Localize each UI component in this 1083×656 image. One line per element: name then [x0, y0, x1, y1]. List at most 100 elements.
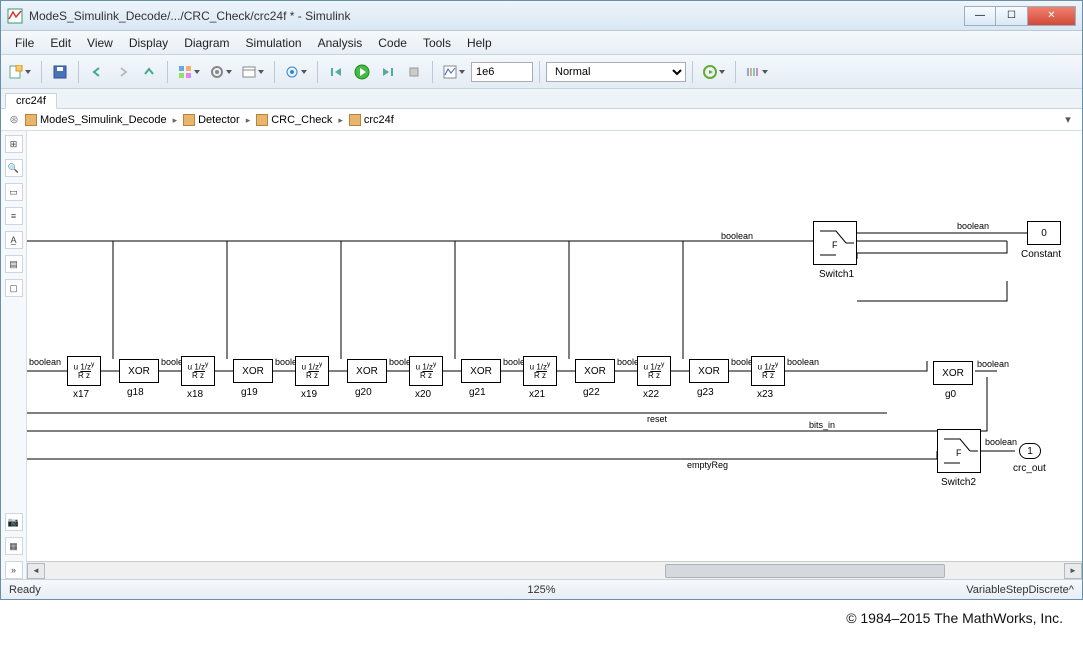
xor-block-g0[interactable]: XOR	[933, 361, 973, 385]
breadcrumb-crc24f[interactable]: crc24f	[349, 114, 394, 126]
menu-display[interactable]: Display	[121, 33, 176, 53]
close-button[interactable]: ✕	[1028, 6, 1076, 26]
menu-diagram[interactable]: Diagram	[176, 33, 237, 53]
tab-crc24f[interactable]: crc24f	[5, 93, 57, 109]
breadcrumb-dropdown-icon[interactable]: ▾	[1060, 113, 1076, 126]
block-label-switch2: Switch2	[941, 477, 976, 488]
block-label-g22: g22	[583, 387, 600, 398]
library-browser-button[interactable]	[174, 60, 204, 84]
block-label-crc-out: crc_out	[1013, 463, 1046, 474]
signal-type-label: boolean	[985, 437, 1017, 447]
target-button[interactable]	[281, 60, 311, 84]
signal-lines	[27, 131, 1082, 561]
properties-icon[interactable]: ▦	[5, 537, 23, 555]
breadcrumb-crc-check[interactable]: CRC_Check	[256, 114, 332, 126]
menu-file[interactable]: File	[7, 33, 42, 53]
annotation-icon[interactable]: A̲	[5, 231, 23, 249]
expand-icon[interactable]: »	[5, 561, 23, 579]
breadcrumb-sep	[244, 114, 253, 126]
up-button[interactable]	[137, 60, 161, 84]
scroll-right-icon[interactable]: ►	[1064, 563, 1082, 579]
signal-type-label: boolean	[787, 357, 819, 367]
image-icon[interactable]: ▤	[5, 255, 23, 273]
palette: ⊞ 🔍 ▭ ≡ A̲ ▤ ▢ 📷 ▦ »	[1, 131, 27, 579]
step-forward-button[interactable]	[376, 60, 400, 84]
constant-block[interactable]: 0	[1027, 221, 1061, 245]
memory-block-x20[interactable]: u 1/zyR z	[409, 356, 443, 386]
app-icon	[7, 8, 23, 24]
xor-block-g19[interactable]: XOR	[233, 359, 273, 383]
breadcrumb-root[interactable]: ModeS_Simulink_Decode	[25, 114, 167, 126]
menu-tools[interactable]: Tools	[415, 33, 459, 53]
menu-simulation[interactable]: Simulation	[238, 33, 310, 53]
editor-area: ⊞ 🔍 ▭ ≡ A̲ ▤ ▢ 📷 ▦ »	[1, 131, 1082, 579]
fastrestart-button[interactable]	[699, 60, 729, 84]
svg-text:F: F	[832, 240, 838, 250]
signal-label-emptyreg: emptyReg	[687, 460, 728, 470]
breadcrumb-detector[interactable]: Detector	[183, 114, 240, 126]
block-label-x19: x19	[301, 389, 317, 400]
step-back-button[interactable]	[324, 60, 348, 84]
breadcrumb-back-icon[interactable]: ⊛	[7, 113, 21, 126]
menu-code[interactable]: Code	[370, 33, 415, 53]
switch1-block[interactable]: F	[813, 221, 857, 265]
outport-crc-out[interactable]: 1	[1019, 443, 1041, 459]
new-model-button[interactable]	[5, 60, 35, 84]
forward-button[interactable]	[111, 60, 135, 84]
memory-block-x17[interactable]: u 1/zyR z	[67, 356, 101, 386]
memory-block-x23[interactable]: u 1/zyR z	[751, 356, 785, 386]
menubar: File Edit View Display Diagram Simulatio…	[1, 31, 1082, 55]
memory-block-x22[interactable]: u 1/zyR z	[637, 356, 671, 386]
block-label-g18: g18	[127, 387, 144, 398]
menu-help[interactable]: Help	[459, 33, 500, 53]
block-label-g19: g19	[241, 387, 258, 398]
subsystem-icon	[183, 114, 195, 126]
run-button[interactable]	[350, 60, 374, 84]
stop-button[interactable]	[402, 60, 426, 84]
block-label-g0: g0	[945, 389, 956, 400]
signal-type-label: boolean	[957, 221, 989, 231]
memory-block-x19[interactable]: u 1/zyR z	[295, 356, 329, 386]
status-solver: VariableStepDiscrete^	[725, 584, 1082, 596]
back-button[interactable]	[85, 60, 109, 84]
xor-block-g22[interactable]: XOR	[575, 359, 615, 383]
minimize-button[interactable]: —	[964, 6, 996, 26]
explorer-button[interactable]	[238, 60, 268, 84]
fit-icon[interactable]: ▭	[5, 183, 23, 201]
auto-arrange-icon[interactable]: ≡	[5, 207, 23, 225]
maximize-button[interactable]: ☐	[996, 6, 1028, 26]
menu-analysis[interactable]: Analysis	[310, 33, 371, 53]
window-buttons: — ☐ ✕	[964, 6, 1076, 26]
xor-block-g18[interactable]: XOR	[119, 359, 159, 383]
block-label-x20: x20	[415, 389, 431, 400]
area-icon[interactable]: ▢	[5, 279, 23, 297]
horizontal-scrollbar[interactable]: ◄ ►	[27, 561, 1082, 579]
menu-edit[interactable]: Edit	[42, 33, 79, 53]
stop-time-input[interactable]	[471, 62, 533, 82]
hide-browser-icon[interactable]: ⊞	[5, 135, 23, 153]
signal-label-bits-in: bits_in	[809, 420, 835, 430]
model-canvas[interactable]: XOR 7 boolean u 1/zyR z x17 XOR g18 bool…	[27, 131, 1082, 561]
memory-block-x18[interactable]: u 1/zyR z	[181, 356, 215, 386]
memory-block-x21[interactable]: u 1/zyR z	[523, 356, 557, 386]
zoom-in-icon[interactable]: 🔍	[5, 159, 23, 177]
block-label-g20: g20	[355, 387, 372, 398]
xor-block-g23[interactable]: XOR	[689, 359, 729, 383]
logic-analyzer-button[interactable]	[742, 60, 772, 84]
scope-signal-button[interactable]	[439, 60, 469, 84]
simulation-mode-select[interactable]: Normal	[546, 62, 686, 82]
switch2-block[interactable]: F	[937, 429, 981, 473]
xor-block-g21[interactable]: XOR	[461, 359, 501, 383]
block-label-g23: g23	[697, 387, 714, 398]
simulink-window: ModeS_Simulink_Decode/.../CRC_Check/crc2…	[0, 0, 1083, 600]
screenshot-icon[interactable]: 📷	[5, 513, 23, 531]
save-button[interactable]	[48, 60, 72, 84]
block-label-g21: g21	[469, 387, 486, 398]
scroll-left-icon[interactable]: ◄	[27, 563, 45, 579]
tab-strip: crc24f	[1, 89, 1082, 109]
xor-block-g20[interactable]: XOR	[347, 359, 387, 383]
menu-view[interactable]: View	[79, 33, 121, 53]
model-config-button[interactable]	[206, 60, 236, 84]
scroll-track[interactable]	[45, 562, 1064, 579]
scroll-thumb[interactable]	[665, 564, 945, 578]
